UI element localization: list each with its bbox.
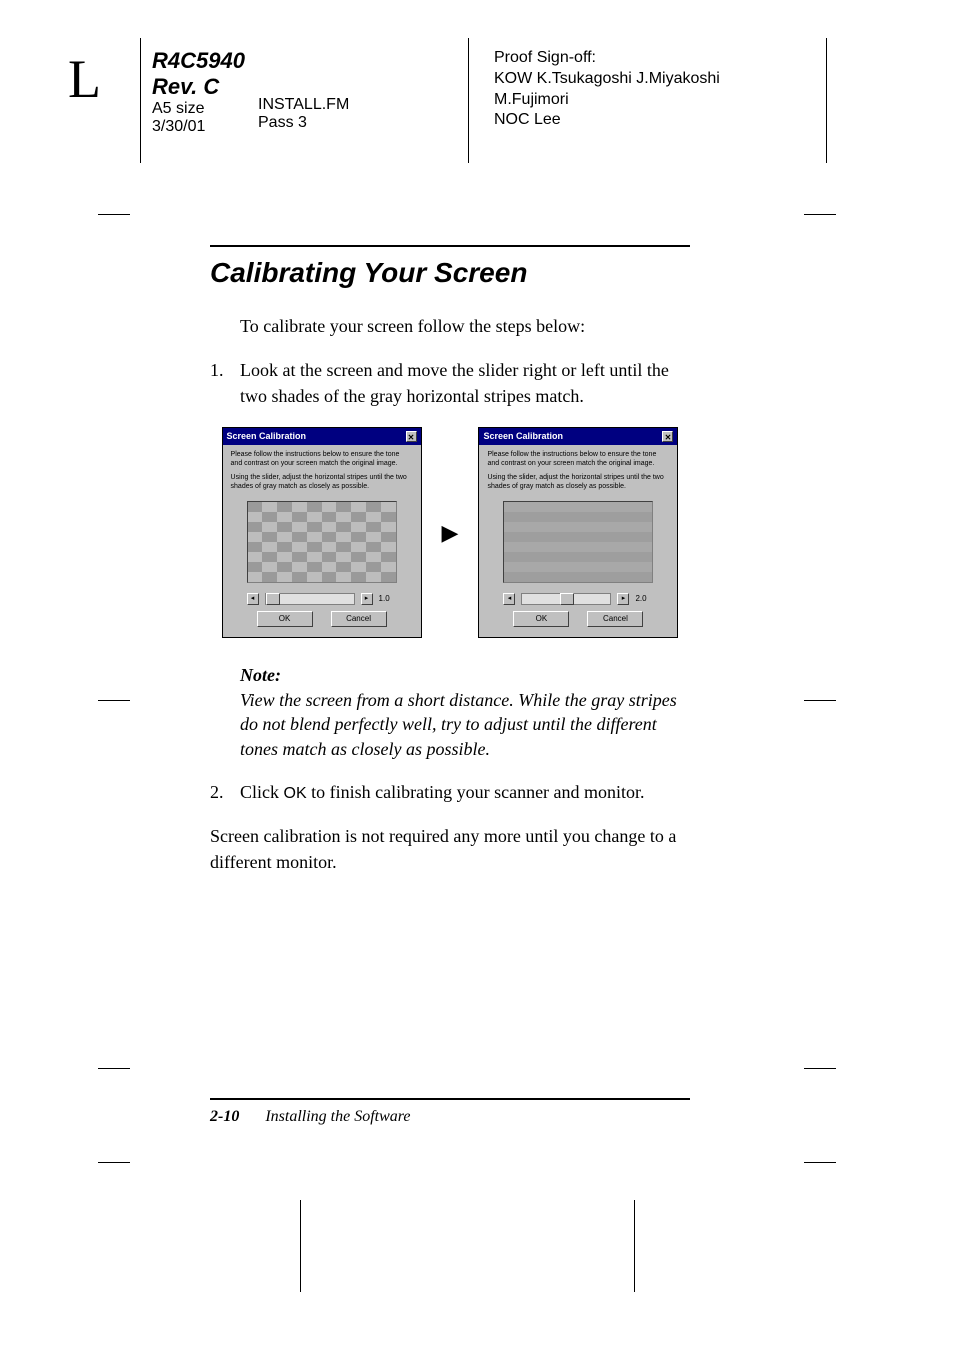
step-text: Look at the screen and move the slider r… [240,357,690,409]
ok-button[interactable]: OK [257,611,313,627]
dialog-instruction: Using the slider, adjust the horizontal … [487,474,669,491]
cancel-button[interactable]: Cancel [331,611,387,627]
doc-revision: Rev. C [152,74,245,100]
proof-signoff: Proof Sign-off: KOW K.Tsukagoshi J.Miyak… [494,48,720,131]
dialog-comparison: Screen Calibration ✕ Please follow the i… [210,427,690,638]
chapter-name: Installing the Software [265,1108,410,1125]
crop-mark [98,700,130,701]
note-block: Note: View the screen from a short dista… [240,662,690,761]
ok-button[interactable]: OK [513,611,569,627]
arrow-right-icon: ▶ [442,517,459,549]
header-divider [826,38,827,163]
header-divider [140,38,141,163]
note-body: View the screen from a short distance. W… [240,688,690,761]
step-number: 1. [210,357,240,409]
doc-size: A5 size [152,100,245,118]
slider-track[interactable] [521,593,611,605]
step-text: Click OK to finish calibrating your scan… [240,779,690,805]
slider-right-icon[interactable]: ▸ [361,593,373,605]
crop-mark [804,700,836,701]
cancel-button[interactable]: Cancel [587,611,643,627]
page-number: 2-10 [210,1108,239,1125]
dialog-instruction: Please follow the instructions below to … [487,451,669,468]
page-footer: 2-10 Installing the Software [210,1108,411,1126]
crop-mark [98,214,130,215]
crop-mark [300,1200,301,1292]
slider-left-icon[interactable]: ◂ [503,593,515,605]
section-title: Calibrating Your Screen [210,257,690,289]
header-divider [468,38,469,163]
slider-left-icon[interactable]: ◂ [247,593,259,605]
calibration-dialog-after: Screen Calibration ✕ Please follow the i… [478,427,678,638]
intro-text: To calibrate your screen follow the step… [240,313,690,339]
dialog-title-text: Screen Calibration [227,430,307,443]
side-letter: L [68,48,101,110]
slider-track[interactable] [265,593,355,605]
close-icon[interactable]: ✕ [406,431,417,442]
doc-date: 3/30/01 [152,118,245,136]
dialog-instruction: Please follow the instructions below to … [231,451,413,468]
crop-mark [804,1162,836,1163]
crop-mark [804,214,836,215]
close-icon[interactable]: ✕ [662,431,673,442]
dialog-title-text: Screen Calibration [483,430,563,443]
closing-text: Screen calibration is not required any m… [210,823,690,875]
footer-rule [210,1098,690,1100]
dialog-titlebar: Screen Calibration ✕ [479,428,677,445]
crop-mark [98,1162,130,1163]
proof-line: KOW K.Tsukagoshi J.Miyakoshi [494,69,720,90]
slider-value: 2.0 [635,593,653,605]
slider[interactable]: ◂ ▸ 1.0 [231,593,413,605]
dialog-titlebar: Screen Calibration ✕ [223,428,421,445]
stripe-preview [503,501,653,583]
doc-pass: Pass 3 [258,114,349,132]
step-number: 2. [210,779,240,805]
ok-literal: OK [284,785,307,802]
note-label: Note: [240,662,690,688]
slider-thumb[interactable] [266,593,280,605]
crop-mark [634,1200,635,1292]
proof-label: Proof Sign-off: [494,48,720,69]
doc-id-block: R4C5940 Rev. C A5 size 3/30/01 [152,48,245,136]
dialog-instruction: Using the slider, adjust the horizontal … [231,474,413,491]
doc-code: R4C5940 [152,48,245,74]
section-rule [210,245,690,247]
calibration-dialog-before: Screen Calibration ✕ Please follow the i… [222,427,422,638]
crop-mark [804,1068,836,1069]
slider-right-icon[interactable]: ▸ [617,593,629,605]
slider-value: 1.0 [379,593,397,605]
crop-mark [98,1068,130,1069]
slider[interactable]: ◂ ▸ 2.0 [487,593,669,605]
doc-file-block: INSTALL.FM Pass 3 [258,96,349,132]
doc-file: INSTALL.FM [258,96,349,114]
slider-thumb[interactable] [560,593,574,605]
proof-line: NOC Lee [494,110,720,131]
stripe-preview [247,501,397,583]
proof-line: M.Fujimori [494,90,720,111]
